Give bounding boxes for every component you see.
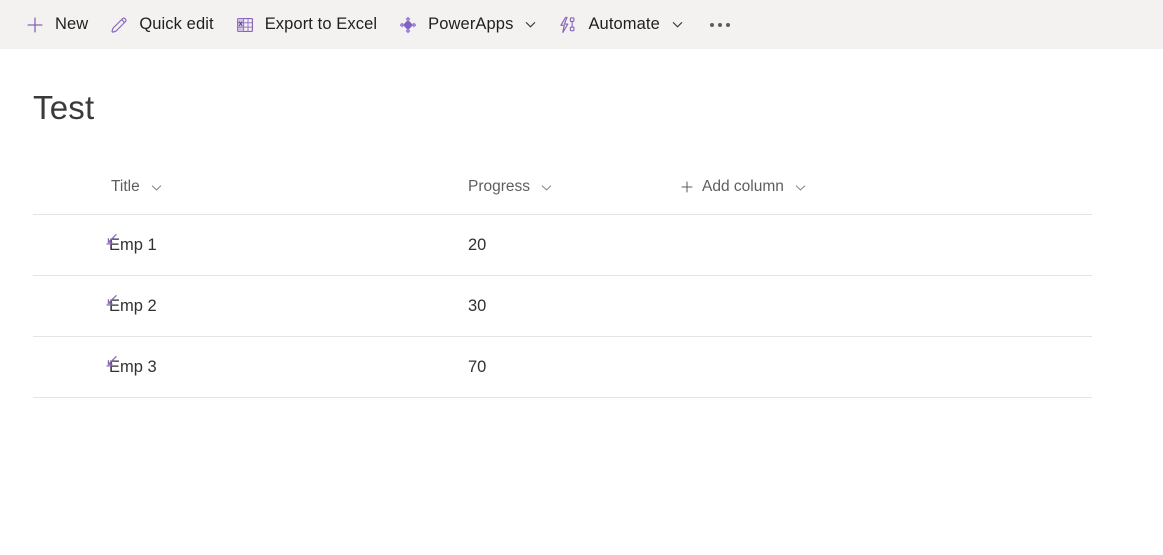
open-item-icon[interactable]	[105, 354, 118, 367]
cell-progress: 70	[458, 336, 670, 398]
cell-title: Emp 3	[33, 336, 458, 398]
column-header-title-button[interactable]: Title	[105, 174, 169, 200]
list-container: Title Progress Add column Emp 1 20 Emp 2…	[0, 174, 1163, 398]
column-header-title-label: Title	[111, 178, 140, 195]
header-row: Title Progress Add column	[33, 174, 1092, 215]
column-header-add-column: Add column	[670, 174, 1092, 215]
list-header: Title Progress Add column	[33, 174, 1092, 215]
powerapps-button[interactable]: PowerApps	[389, 5, 545, 45]
add-column-label: Add column	[702, 178, 784, 195]
table-row[interactable]: Emp 3 70	[33, 336, 1092, 398]
column-header-title: Title	[33, 174, 458, 215]
chevron-down-icon	[150, 181, 163, 194]
add-column-button[interactable]: Add column	[674, 174, 813, 200]
powerapps-label: PowerApps	[428, 15, 514, 33]
table-row[interactable]: Emp 2 30	[33, 275, 1092, 337]
cell-empty	[670, 214, 1092, 276]
column-header-progress: Progress	[458, 174, 670, 215]
cell-title: Emp 1	[33, 214, 458, 276]
cell-title: Emp 2	[33, 275, 458, 337]
list-table: Title Progress Add column Emp 1 20 Emp 2…	[33, 174, 1092, 398]
powerapps-icon	[397, 14, 419, 36]
power-automate-icon	[557, 14, 579, 36]
chevron-down-icon	[794, 181, 807, 194]
more-options-button[interactable]	[702, 5, 738, 45]
quick-edit-label: Quick edit	[139, 15, 214, 33]
cell-progress: 20	[458, 214, 670, 276]
pencil-icon	[108, 14, 130, 36]
export-to-excel-button[interactable]: X Export to Excel	[226, 5, 385, 45]
svg-text:X: X	[238, 22, 242, 28]
open-item-icon[interactable]	[105, 293, 118, 306]
page-title: Test	[33, 89, 95, 126]
chevron-down-icon	[524, 18, 537, 31]
plus-icon	[680, 180, 694, 194]
plus-icon	[24, 14, 46, 36]
cell-empty	[670, 336, 1092, 398]
new-button[interactable]: New	[16, 5, 96, 45]
automate-button[interactable]: Automate	[549, 5, 691, 45]
column-header-progress-label: Progress	[468, 178, 531, 195]
cell-progress: 30	[458, 275, 670, 337]
quick-edit-button[interactable]: Quick edit	[100, 5, 221, 45]
list-body: Emp 1 20 Emp 2 30 Emp 3 70	[33, 214, 1092, 398]
ellipsis-icon	[709, 22, 730, 27]
export-to-excel-label: Export to Excel	[264, 15, 378, 33]
command-bar: New Quick edit X Export to Excel PowerAp…	[0, 0, 1163, 49]
automate-label: Automate	[588, 15, 660, 33]
excel-grid-icon: X	[234, 14, 256, 36]
chevron-down-icon	[540, 181, 553, 194]
cell-empty	[670, 275, 1092, 337]
column-header-progress-button[interactable]: Progress	[462, 174, 559, 200]
chevron-down-icon	[671, 18, 684, 31]
open-item-icon[interactable]	[105, 232, 118, 245]
table-row[interactable]: Emp 1 20	[33, 214, 1092, 276]
new-label: New	[55, 15, 89, 33]
